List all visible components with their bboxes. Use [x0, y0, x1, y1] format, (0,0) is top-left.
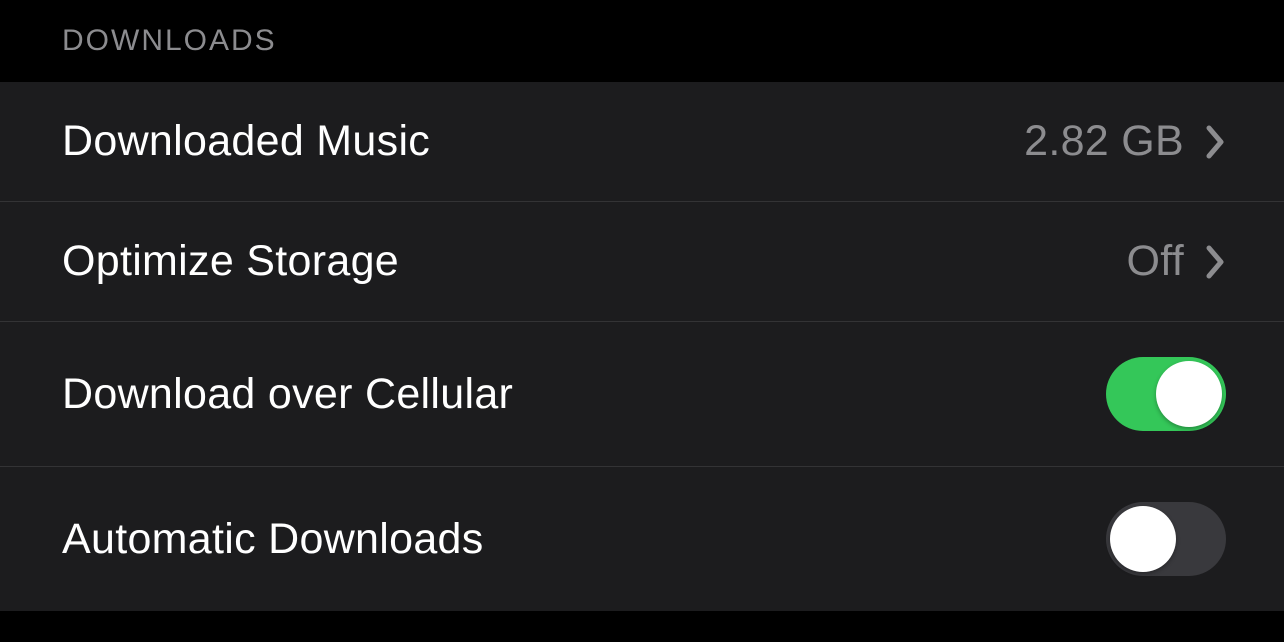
row-label-downloaded-music: Downloaded Music [62, 117, 430, 166]
toggle-automatic-downloads[interactable] [1106, 502, 1226, 576]
toggle-download-cellular[interactable] [1106, 357, 1226, 431]
row-downloaded-music[interactable]: Downloaded Music 2.82 GB [0, 82, 1284, 202]
section-header-downloads: DOWNLOADS [0, 0, 1284, 82]
settings-group-downloads: Downloaded Music 2.82 GB Optimize Storag… [0, 82, 1284, 611]
row-right-downloaded-music: 2.82 GB [1024, 117, 1226, 166]
section-header-text: DOWNLOADS [62, 24, 277, 57]
row-value-optimize-storage: Off [1127, 237, 1184, 286]
toggle-knob [1156, 361, 1222, 427]
toggle-knob [1110, 506, 1176, 572]
chevron-right-icon [1206, 125, 1226, 159]
row-label-automatic-downloads: Automatic Downloads [62, 515, 484, 564]
row-optimize-storage[interactable]: Optimize Storage Off [0, 202, 1284, 322]
row-right-automatic-downloads [1106, 502, 1226, 576]
row-label-optimize-storage: Optimize Storage [62, 237, 399, 286]
row-download-cellular[interactable]: Download over Cellular [0, 322, 1284, 467]
row-label-download-cellular: Download over Cellular [62, 370, 513, 419]
row-value-downloaded-music: 2.82 GB [1024, 117, 1184, 166]
row-automatic-downloads[interactable]: Automatic Downloads [0, 467, 1284, 611]
row-right-download-cellular [1106, 357, 1226, 431]
row-right-optimize-storage: Off [1127, 237, 1226, 286]
chevron-right-icon [1206, 245, 1226, 279]
